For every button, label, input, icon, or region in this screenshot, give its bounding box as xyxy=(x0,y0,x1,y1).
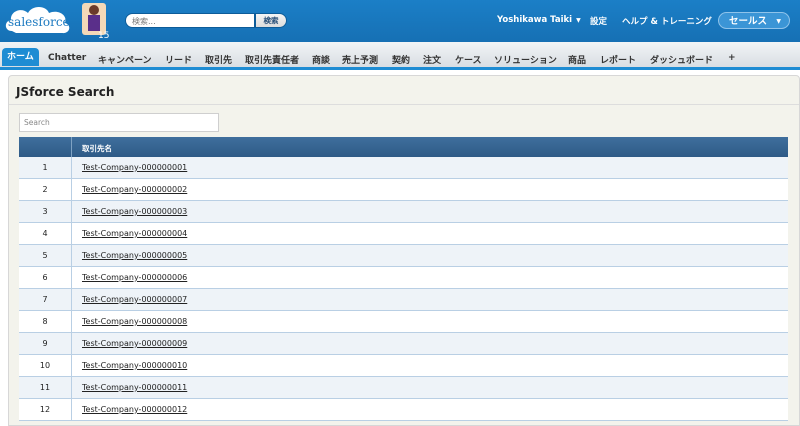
search-input[interactable]: Search xyxy=(19,113,219,132)
column-divider xyxy=(71,223,72,244)
table-row: 2 Test-Company-000000002 xyxy=(19,179,788,201)
account-link[interactable]: Test-Company-000000012 xyxy=(82,405,187,414)
row-number: 4 xyxy=(42,229,48,238)
table-row: 1 Test-Company-000000001 xyxy=(19,157,788,179)
user-menu[interactable]: Yoshikawa Taiki ▼ xyxy=(497,15,581,25)
add-tab-button[interactable]: + xyxy=(728,53,736,63)
column-divider xyxy=(71,377,72,398)
help-link[interactable]: ヘルプ & トレーニング xyxy=(622,15,712,27)
table-header: 取引先名 xyxy=(19,137,788,157)
account-link[interactable]: Test-Company-000000003 xyxy=(82,207,187,216)
column-divider xyxy=(71,333,72,354)
row-number: 5 xyxy=(42,251,48,260)
tab-contacts[interactable]: 取引先責任者 xyxy=(245,53,299,66)
account-link[interactable]: Test-Company-000000009 xyxy=(82,339,187,348)
row-number: 1 xyxy=(42,163,48,172)
row-number: 3 xyxy=(42,207,48,216)
table-row: 8 Test-Company-000000008 xyxy=(19,311,788,333)
tab-reports[interactable]: レポート xyxy=(600,53,636,66)
column-divider xyxy=(71,311,72,332)
tab-bar: ホーム Chatter キャンペーン リード 取引先 取引先責任者 商談 売上予… xyxy=(0,42,800,70)
row-number: 12 xyxy=(39,405,51,414)
table-row: 4 Test-Company-000000004 xyxy=(19,223,788,245)
tab-products[interactable]: 商品 xyxy=(568,53,586,66)
table-row: 7 Test-Company-000000007 xyxy=(19,289,788,311)
row-number: 7 xyxy=(42,295,48,304)
global-search-button[interactable]: 検索 xyxy=(255,13,287,28)
tab-chatter[interactable]: Chatter xyxy=(48,53,86,63)
column-divider xyxy=(71,267,72,288)
tab-contracts[interactable]: 契約 xyxy=(392,53,410,66)
app-name: セールス xyxy=(729,16,768,27)
account-link[interactable]: Test-Company-000000004 xyxy=(82,229,187,238)
salesforce-logo[interactable]: salesforce 15 xyxy=(2,1,110,41)
row-number: 6 xyxy=(42,273,48,282)
account-link[interactable]: Test-Company-000000005 xyxy=(82,251,187,260)
column-divider xyxy=(71,289,72,310)
table-row: 5 Test-Company-000000005 xyxy=(19,245,788,267)
page-title: JSforce Search xyxy=(16,85,115,99)
row-number: 2 xyxy=(42,185,48,194)
column-divider xyxy=(71,399,72,420)
tab-opportunities[interactable]: 商談 xyxy=(312,53,330,66)
chevron-down-icon: ▼ xyxy=(576,17,581,24)
table-row: 12 Test-Company-000000012 xyxy=(19,399,788,421)
tab-leads[interactable]: リード xyxy=(165,53,192,66)
account-link[interactable]: Test-Company-000000010 xyxy=(82,361,187,370)
tab-accounts[interactable]: 取引先 xyxy=(205,53,232,66)
column-divider xyxy=(71,201,72,222)
tab-home[interactable]: ホーム xyxy=(2,48,39,66)
row-number: 8 xyxy=(42,317,48,326)
table-row: 9 Test-Company-000000009 xyxy=(19,333,788,355)
account-link[interactable]: Test-Company-000000006 xyxy=(82,273,187,282)
table-row: 6 Test-Company-000000006 xyxy=(19,267,788,289)
tab-campaigns[interactable]: キャンペーン xyxy=(98,53,152,66)
account-link[interactable]: Test-Company-000000007 xyxy=(82,295,187,304)
row-number: 9 xyxy=(42,339,48,348)
account-link[interactable]: Test-Company-000000001 xyxy=(82,163,187,172)
account-link[interactable]: Test-Company-000000008 xyxy=(82,317,187,326)
tab-cases[interactable]: ケース xyxy=(455,53,482,66)
tab-forecasts[interactable]: 売上予測 xyxy=(342,53,378,66)
top-header: salesforce 15 検索... 検索 Yoshikawa Taiki ▼ … xyxy=(0,0,800,42)
logo-badge: 15 xyxy=(98,31,109,41)
tab-solutions[interactable]: ソリューション xyxy=(494,53,557,66)
chevron-down-icon: ▼ xyxy=(776,18,781,25)
table-row: 11 Test-Company-000000011 xyxy=(19,377,788,399)
column-divider xyxy=(71,355,72,376)
row-number: 10 xyxy=(39,361,51,370)
account-link[interactable]: Test-Company-000000011 xyxy=(82,383,187,392)
table-row: 3 Test-Company-000000003 xyxy=(19,201,788,223)
logo-text: salesforce xyxy=(8,15,70,29)
column-divider xyxy=(71,179,72,200)
column-divider xyxy=(71,137,72,157)
tab-orders[interactable]: 注文 xyxy=(423,53,441,66)
column-header-account-name[interactable]: 取引先名 xyxy=(82,143,112,154)
column-divider xyxy=(71,245,72,266)
table-row: 10 Test-Company-000000010 xyxy=(19,355,788,377)
column-divider xyxy=(71,157,72,178)
user-name: Yoshikawa Taiki xyxy=(497,15,573,25)
row-number: 11 xyxy=(39,383,51,392)
global-search-input[interactable]: 検索... xyxy=(125,13,255,28)
app-switcher[interactable]: セールス ▼ xyxy=(718,12,790,29)
account-link[interactable]: Test-Company-000000002 xyxy=(82,185,187,194)
divider xyxy=(9,104,799,105)
table-body: 1 Test-Company-000000001 2 Test-Company-00… xyxy=(19,157,788,421)
tab-dashboards[interactable]: ダッシュボード xyxy=(650,53,713,66)
setup-link[interactable]: 設定 xyxy=(590,15,607,27)
